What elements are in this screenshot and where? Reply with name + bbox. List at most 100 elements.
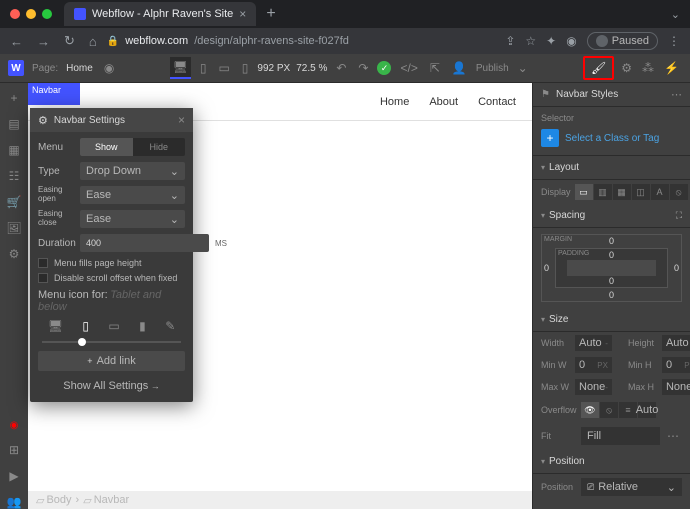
address-bar[interactable]: 🔒 webflow.com/design/alphr-ravens-site-f… (107, 35, 496, 47)
tablet-breakpoint-icon[interactable]: ▯ (197, 58, 210, 78)
status-ok-icon[interactable]: ✓ (377, 61, 391, 75)
device-desktop-icon[interactable]: 🖥 (48, 319, 63, 333)
device-landscape-icon[interactable]: ▭ (108, 319, 119, 333)
chrome-chevron-icon[interactable]: ⌄ (671, 8, 680, 21)
preview-icon[interactable]: ◉ (101, 58, 117, 78)
settings-icon[interactable]: ⚙ (9, 247, 20, 261)
menu-show-toggle[interactable]: Show (80, 138, 133, 156)
assets-icon[interactable]: 🖼 (6, 221, 21, 235)
disable-scroll-checkbox[interactable] (38, 273, 48, 283)
style-panel-toggle[interactable]: 🖌 (583, 56, 614, 80)
redo-icon[interactable]: ↷ (355, 58, 371, 78)
height-input[interactable]: Auto- (662, 335, 690, 351)
back-button[interactable]: ← (10, 34, 23, 49)
home-button[interactable]: ⌂ (89, 34, 97, 49)
fills-height-checkbox[interactable] (38, 258, 48, 268)
adblock-icon[interactable]: ◉ (566, 34, 576, 48)
share-icon-2[interactable]: 👤 (449, 58, 470, 78)
duration-input[interactable] (80, 234, 209, 252)
size-section-header[interactable]: ▾ Size (533, 308, 690, 332)
close-icon[interactable]: × (178, 113, 185, 127)
window-maximize[interactable] (42, 9, 52, 19)
display-flex[interactable]: ▥ (594, 184, 612, 200)
breakpoint-slider[interactable] (42, 341, 181, 343)
chrome-menu-icon[interactable]: ⋮ (668, 34, 680, 48)
interactions-icon[interactable]: ⁂ (639, 58, 657, 78)
panel-menu-icon[interactable]: ⋯ (671, 88, 682, 101)
settings-panel-icon[interactable]: ⚙ (618, 58, 635, 78)
mobile-landscape-icon[interactable]: ▭ (215, 58, 232, 78)
new-tab-button[interactable]: + (266, 5, 275, 23)
show-all-settings[interactable]: Show All Settings → (38, 376, 185, 396)
overflow-visible[interactable]: 👁 (581, 402, 599, 418)
publish-button[interactable]: Publish (476, 63, 509, 74)
code-icon[interactable]: </> (397, 58, 420, 78)
nav-link-home[interactable]: Home (380, 96, 409, 108)
help-icon[interactable]: ⊞ (9, 443, 19, 457)
fit-select[interactable]: Fill (581, 427, 660, 445)
tab-close-icon[interactable]: × (239, 7, 246, 21)
add-element-icon[interactable]: + (10, 91, 17, 105)
zoom-level[interactable]: 72.5 % (296, 63, 327, 74)
add-link-button[interactable]: + Add link (38, 351, 185, 371)
window-minimize[interactable] (26, 9, 36, 19)
reload-button[interactable]: ↻ (64, 33, 75, 49)
overflow-scroll[interactable]: ≡ (619, 402, 637, 418)
spacing-editor[interactable]: MARGIN PADDING 0 0 0 0 0 0 (541, 234, 682, 302)
nav-link-about[interactable]: About (429, 96, 458, 108)
menu-hide-toggle[interactable]: Hide (133, 138, 186, 156)
easing-close-select[interactable]: Ease⌄ (80, 210, 185, 228)
browser-tab[interactable]: Webflow - Alphr Raven's Site × (64, 2, 256, 26)
display-inline[interactable]: A (651, 184, 669, 200)
navigator-icon[interactable]: ▦ (8, 143, 19, 157)
spacing-section-header[interactable]: ▾ Spacing ⛶ (533, 204, 690, 228)
webflow-logo[interactable]: W (8, 60, 24, 76)
extensions-icon[interactable]: ✦ (546, 34, 556, 48)
display-none[interactable]: ⦸ (670, 184, 688, 200)
layout-section-header[interactable]: ▾ Layout (533, 156, 690, 180)
users-icon[interactable]: 👥 (7, 495, 22, 509)
effects-icon[interactable]: ⚡ (661, 58, 682, 78)
device-tablet-icon[interactable]: ▯ (82, 319, 89, 333)
easing-open-select[interactable]: Ease⌄ (80, 186, 185, 204)
publish-chevron-icon[interactable]: ⌄ (515, 58, 531, 78)
position-section-header[interactable]: ▾ Position (533, 450, 690, 474)
width-input[interactable]: Auto- (575, 335, 612, 351)
device-mobile-icon[interactable]: ▮ (139, 319, 146, 333)
overflow-auto[interactable]: Auto (638, 402, 656, 418)
breadcrumb-body[interactable]: ▱ Body (36, 494, 72, 507)
position-select[interactable]: ⎚ Relative⌄ (581, 478, 682, 496)
paused-label: Paused (612, 35, 649, 47)
type-select[interactable]: Drop Down⌄ (80, 162, 185, 180)
display-block[interactable]: ▭ (575, 184, 593, 200)
device-edit-icon[interactable]: ✎ (165, 319, 175, 333)
mobile-portrait-icon[interactable]: ▯ (239, 58, 252, 78)
audit-icon[interactable]: ◉ (10, 420, 19, 431)
star-icon[interactable]: ☆ (525, 34, 536, 48)
profile-paused[interactable]: Paused (587, 32, 658, 50)
export-icon[interactable]: ⇱ (427, 58, 443, 78)
display-inline-block[interactable]: ◫ (632, 184, 650, 200)
display-grid[interactable]: ▦ (613, 184, 631, 200)
share-icon[interactable]: ⇪ (505, 34, 515, 48)
cms-icon[interactable]: ☷ (9, 169, 20, 183)
pages-icon[interactable]: ▤ (8, 117, 19, 131)
canvas-width[interactable]: 992 PX (257, 63, 290, 74)
maxh-input[interactable]: None- (662, 379, 690, 395)
page-name[interactable]: Home (66, 63, 93, 74)
video-icon[interactable]: ▶ (9, 469, 18, 483)
breadcrumb-navbar[interactable]: ▱ Navbar (83, 494, 129, 507)
maxw-input[interactable]: None- (575, 379, 612, 395)
undo-icon[interactable]: ↶ (333, 58, 349, 78)
selector-input[interactable]: + Select a Class or Tag (541, 127, 682, 149)
forward-button[interactable]: → (37, 34, 50, 49)
fit-more-icon[interactable]: ⋯ (664, 426, 682, 446)
minh-input[interactable]: 0PX (662, 357, 690, 373)
nav-link-contact[interactable]: Contact (478, 96, 516, 108)
minw-input[interactable]: 0PX (575, 357, 612, 373)
window-close[interactable] (10, 9, 20, 19)
overflow-hidden[interactable]: ⦸ (600, 402, 618, 418)
spacing-expand-icon[interactable]: ⛶ (676, 210, 682, 221)
ecommerce-icon[interactable]: 🛒 (7, 195, 22, 209)
desktop-breakpoint-icon[interactable]: 🖥 (170, 57, 191, 79)
